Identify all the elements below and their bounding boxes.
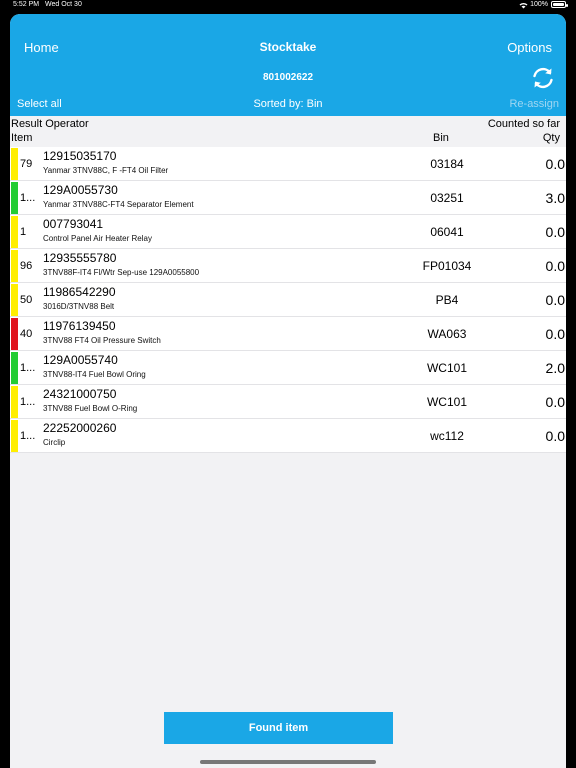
stocktake-number: 801002622 (262, 72, 314, 83)
item-description: 3TNV88 Fuel Bowl O-Ring (43, 404, 138, 413)
bin-value: wc112 (430, 429, 464, 443)
item-description: Yanmar 3TNV88C-FT4 Separator Element (43, 200, 194, 209)
item-description: 3016D/3TNV88 Belt (43, 302, 115, 311)
result-count: 40 (20, 328, 33, 340)
qty-value: 3.0 (545, 190, 565, 206)
qty-header: Qty (542, 132, 560, 144)
battery-percent: 100% (530, 1, 548, 8)
list-item[interactable]: 1... 22252000260 Circlip wc112 0.0 (10, 419, 566, 453)
status-bar-indicator (11, 420, 18, 452)
home-indicator[interactable] (200, 760, 376, 764)
status-bar-indicator (11, 182, 18, 214)
bin-value: 06041 (430, 225, 464, 239)
status-time: 5:52 PM (13, 1, 40, 8)
result-count: 96 (20, 260, 33, 272)
list-item[interactable]: 1... 129A0055740 3TNV88-IT4 Fuel Bowl Or… (10, 351, 566, 385)
item-code: 11976139450 (43, 319, 116, 333)
list-item[interactable]: 50 11986542290 3016D/3TNV88 Belt PB4 0.0 (10, 283, 566, 317)
result-count: 1 (20, 226, 27, 238)
status-bar-indicator (11, 148, 18, 180)
qty-value: 0.0 (545, 292, 565, 308)
found-item-button[interactable]: Found item (164, 712, 393, 744)
result-operator-header: Result Operator (11, 118, 89, 130)
bin-header: Bin (433, 132, 449, 144)
status-bar-indicator (11, 352, 18, 384)
battery-icon (551, 1, 568, 8)
bin-value: WA063 (427, 327, 467, 341)
item-code: 24321000750 (43, 387, 117, 401)
item-code: 12935555780 (43, 251, 117, 265)
list-item[interactable]: 96 12935555780 3TNV88F-IT4 Fl/Wtr Sep-us… (10, 249, 566, 283)
result-count: 79 (20, 158, 33, 170)
options-button[interactable]: Options (507, 40, 552, 55)
qty-value: 0.0 (545, 156, 565, 172)
list-item[interactable]: 1... 24321000750 3TNV88 Fuel Bowl O-Ring… (10, 385, 566, 419)
status-bar-indicator (11, 318, 18, 350)
battery-fill (553, 3, 564, 6)
qty-value: 0.0 (545, 326, 565, 342)
item-code: 129A0055730 (43, 183, 118, 197)
status-bar-indicator (11, 216, 18, 248)
item-code: 11986542290 (43, 285, 116, 299)
result-count: 1... (20, 396, 36, 408)
sort-label[interactable]: Sorted by: Bin (10, 98, 566, 110)
app-window: Home Stocktake Options 801002622 Select … (10, 14, 566, 768)
result-count: 50 (20, 294, 33, 306)
bin-value: 03251 (430, 191, 464, 205)
qty-value: 0.0 (545, 428, 565, 444)
item-code: 22252000260 (43, 421, 117, 435)
list-item[interactable]: 79 12915035170 Yanmar 3TNV88C, F -FT4 Oi… (10, 147, 566, 181)
list-item[interactable]: 1 007793041 Control Panel Air Heater Rel… (10, 215, 566, 249)
item-header: Item (11, 132, 33, 144)
qty-value: 0.0 (545, 224, 565, 240)
bin-value: 03184 (430, 157, 464, 171)
result-count: 1... (20, 362, 36, 374)
status-bar-indicator (11, 386, 18, 418)
counted-so-far-header: Counted so far (487, 118, 560, 130)
item-description: Circlip (43, 438, 66, 447)
list-item[interactable]: 1... 129A0055730 Yanmar 3TNV88C-FT4 Sepa… (10, 181, 566, 215)
refresh-icon[interactable] (530, 65, 556, 91)
bin-value: WC101 (426, 361, 467, 375)
wifi-icon (519, 2, 528, 8)
item-description: Yanmar 3TNV88C, F -FT4 Oil Filter (43, 166, 169, 175)
item-description: 3TNV88 FT4 Oil Pressure Switch (43, 336, 161, 345)
status-bar-indicator (11, 250, 18, 282)
qty-value: 2.0 (545, 360, 565, 376)
bin-value: PB4 (435, 293, 459, 307)
bin-value: WC101 (426, 395, 467, 409)
item-code: 12915035170 (43, 149, 117, 163)
reassign-button[interactable]: Re-assign (509, 98, 559, 110)
qty-value: 0.0 (545, 258, 565, 274)
result-count: 1... (20, 430, 36, 442)
column-header: Result Operator Counted so far Item Bin … (10, 118, 566, 148)
list-item[interactable]: 40 11976139450 3TNV88 FT4 Oil Pressure S… (10, 317, 566, 351)
item-description: 3TNV88F-IT4 Fl/Wtr Sep-use 129A0055800 (43, 268, 200, 277)
stock-list: 79 12915035170 Yanmar 3TNV88C, F -FT4 Oi… (10, 147, 566, 453)
status-bar-indicator (11, 284, 18, 316)
item-code: 007793041 (43, 217, 104, 231)
item-code: 129A0055740 (43, 353, 118, 367)
status-right: 100% (519, 1, 568, 8)
qty-value: 0.0 (545, 394, 565, 410)
result-count: 1... (20, 192, 36, 204)
item-description: 3TNV88-IT4 Fuel Bowl Oring (43, 370, 146, 379)
nav-header: Home Stocktake Options 801002622 Select … (10, 14, 566, 116)
status-date: Wed Oct 30 (45, 1, 82, 8)
item-description: Control Panel Air Heater Relay (43, 234, 152, 243)
status-bar: 5:52 PM Wed Oct 30 100% (0, 0, 576, 12)
bin-value: FP01034 (422, 259, 472, 273)
page-title: Stocktake (259, 40, 317, 54)
